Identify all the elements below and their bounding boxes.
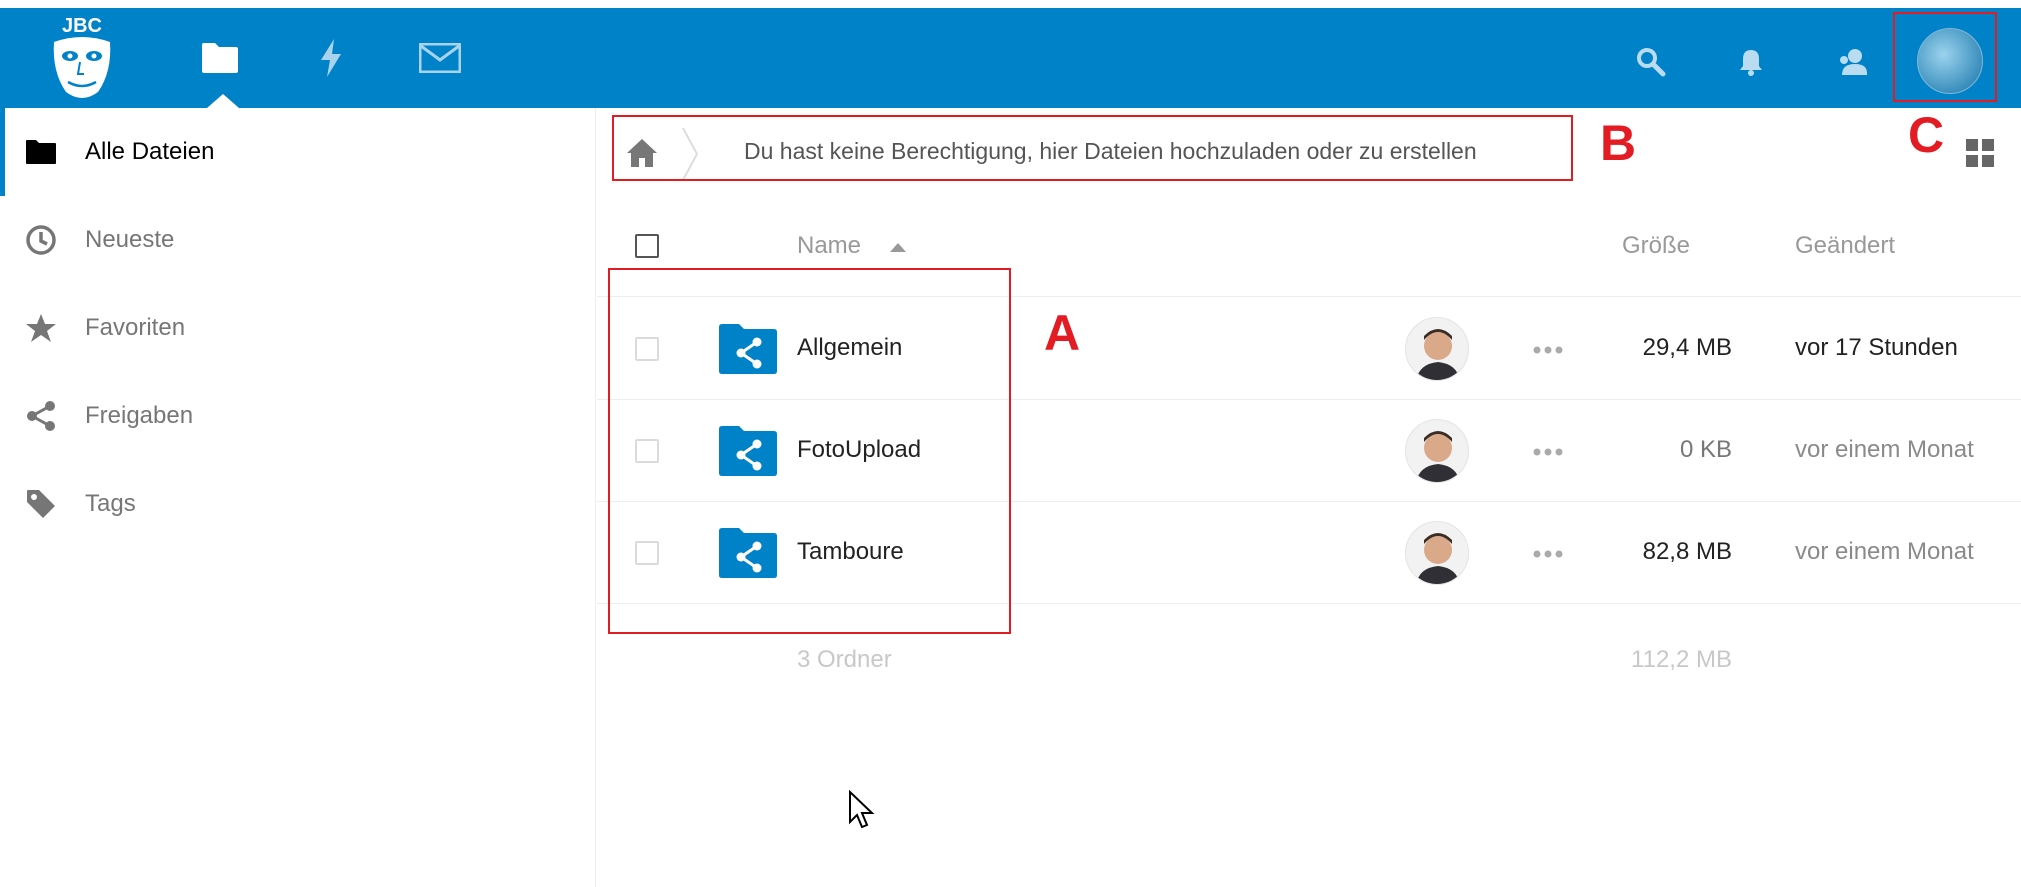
file-modified: vor einem Monat: [1795, 538, 1974, 565]
search-icon: [1637, 48, 1666, 77]
column-name-header[interactable]: Name: [797, 232, 861, 260]
clock-icon: [24, 223, 58, 257]
file-modified: vor 17 Stunden: [1795, 334, 1958, 361]
more-actions-icon[interactable]: [1532, 440, 1564, 464]
star-icon: [24, 311, 58, 345]
grid-view-icon[interactable]: [1965, 138, 1995, 168]
mail-icon: [419, 43, 461, 73]
more-actions-icon[interactable]: [1532, 338, 1564, 362]
sidebar: Alle Dateien Neueste Favoriten Freigaben…: [0, 108, 596, 887]
sidebar-item-shares[interactable]: Freigaben: [0, 372, 596, 460]
column-size-header[interactable]: Größe: [1622, 232, 1690, 260]
sidebar-item-favorites[interactable]: Favoriten: [0, 284, 596, 372]
file-list-summary: 3 Ordner 112,2 MB: [597, 640, 2021, 690]
select-all-checkbox[interactable]: [635, 234, 659, 258]
sidebar-item-tags[interactable]: Tags: [0, 460, 596, 548]
sort-ascending-icon: [890, 243, 906, 252]
folder-icon: [24, 135, 58, 169]
file-size: 29,4 MB: [1642, 334, 1732, 361]
file-size: 82,8 MB: [1642, 538, 1732, 565]
tag-icon: [24, 487, 58, 521]
app-activity[interactable]: [307, 36, 355, 80]
owner-avatar[interactable]: [1405, 317, 1469, 381]
owner-avatar[interactable]: [1405, 521, 1469, 585]
owner-avatar[interactable]: [1405, 419, 1469, 483]
notifications-button[interactable]: [1731, 42, 1771, 82]
file-size: 0 KB: [1679, 436, 1732, 463]
bell-icon: [1740, 50, 1762, 76]
sidebar-item-all-files[interactable]: Alle Dateien: [0, 108, 596, 196]
annotation-box-c: [1893, 12, 1997, 102]
lightning-icon: [321, 39, 341, 77]
file-modified: vor einem Monat: [1795, 436, 1974, 463]
more-actions-icon[interactable]: [1532, 542, 1564, 566]
total-size: 112,2 MB: [1631, 646, 1732, 673]
annotation-box-a: [608, 268, 1011, 634]
sidebar-item-label: Favoriten: [85, 314, 186, 341]
sidebar-item-label: Alle Dateien: [85, 138, 215, 165]
sidebar-item-recent[interactable]: Neueste: [0, 196, 596, 284]
sidebar-item-label: Freigaben: [85, 402, 194, 429]
mouse-cursor-icon: [849, 790, 875, 829]
annotation-letter-b: B: [1600, 115, 1637, 171]
contacts-icon: [1840, 49, 1868, 75]
sidebar-item-label: Neueste: [85, 226, 175, 253]
folder-count: 3 Ordner: [797, 646, 892, 673]
search-button[interactable]: [1631, 42, 1671, 82]
svg-text:JBC: JBC: [62, 15, 102, 37]
app-files[interactable]: [196, 36, 244, 80]
annotation-letter-a: A: [1044, 305, 1081, 361]
annotation-box-b: [612, 115, 1573, 181]
column-modified-header[interactable]: Geändert: [1795, 232, 1895, 260]
header-bar: JBC: [0, 8, 2021, 108]
share-icon: [24, 399, 58, 433]
contacts-button[interactable]: [1832, 42, 1872, 82]
active-app-indicator: [207, 94, 239, 108]
jbc-logo[interactable]: JBC: [44, 12, 120, 106]
folder-icon: [202, 43, 238, 73]
sidebar-item-label: Tags: [85, 490, 136, 517]
app-mail[interactable]: [416, 36, 464, 80]
